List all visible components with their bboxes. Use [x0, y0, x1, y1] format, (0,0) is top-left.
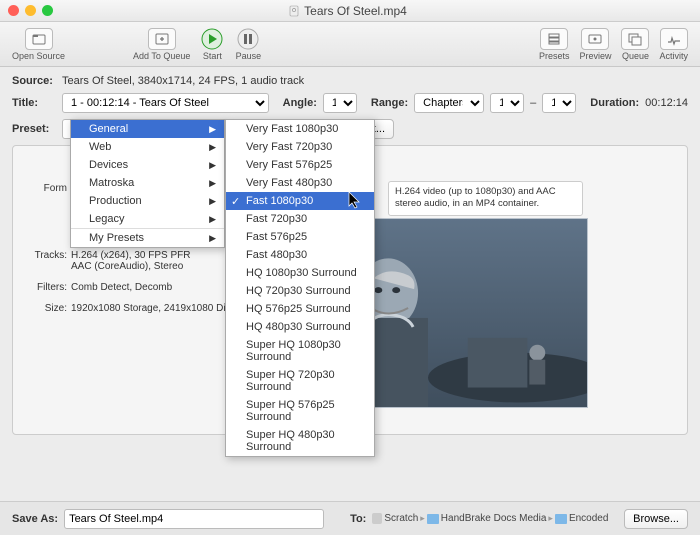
- chevron-right-icon: ▸: [548, 513, 553, 524]
- range-from-select[interactable]: 1: [490, 93, 524, 113]
- chevron-right-icon: ▶: [209, 124, 216, 135]
- tracks-label: Tracks:: [23, 250, 67, 261]
- preset-cat-legacy[interactable]: Legacy▶: [71, 210, 224, 228]
- toolbar: Open Source Add To Queue Start Pause Pre…: [0, 22, 700, 67]
- preset-opt-fast-480p30[interactable]: Fast 480p30: [226, 246, 374, 264]
- queue-label: Queue: [622, 51, 649, 61]
- browse-button[interactable]: Browse...: [624, 509, 688, 529]
- source-value: Tears Of Steel, 3840x1714, 24 FPS, 1 aud…: [62, 75, 304, 87]
- filters-label: Filters:: [23, 282, 67, 293]
- preset-submenu: Very Fast 1080p30 Very Fast 720p30 Very …: [225, 119, 375, 457]
- start-button[interactable]: Start: [194, 28, 230, 61]
- preset-opt-fast-576p25[interactable]: Fast 576p25: [226, 228, 374, 246]
- disk-icon: [372, 513, 382, 524]
- preset-cat-matroska[interactable]: Matroska▶: [71, 174, 224, 192]
- bc-folder-1: HandBrake Docs Media: [441, 513, 547, 524]
- content-area: Source: Tears Of Steel, 3840x1714, 24 FP…: [0, 67, 700, 443]
- range-label: Range:: [371, 97, 408, 109]
- preset-opt-hq-720p30[interactable]: HQ 720p30 Surround: [226, 282, 374, 300]
- preset-opt-vfast-576p25[interactable]: Very Fast 576p25: [226, 156, 374, 174]
- preset-opt-fast-1080p30[interactable]: Fast 1080p30: [226, 192, 374, 210]
- preset-opt-hq-576p25[interactable]: HQ 576p25 Surround: [226, 300, 374, 318]
- title-label: Title:: [12, 97, 56, 109]
- preset-opt-vfast-1080p30[interactable]: Very Fast 1080p30: [226, 120, 374, 138]
- open-source-label: Open Source: [12, 51, 65, 61]
- range-to-select[interactable]: 1: [542, 93, 576, 113]
- range-dash: –: [530, 97, 536, 109]
- preset-opt-shq-1080p30[interactable]: Super HQ 1080p30 Surround: [226, 336, 374, 366]
- preset-opt-vfast-720p30[interactable]: Very Fast 720p30: [226, 138, 374, 156]
- chevron-right-icon: ▸: [420, 513, 425, 524]
- preset-opt-shq-576p25[interactable]: Super HQ 576p25 Surround: [226, 396, 374, 426]
- format-label: Form: [23, 183, 67, 194]
- zoom-icon[interactable]: [42, 5, 53, 16]
- presets-button[interactable]: Presets: [535, 28, 574, 61]
- document-icon: [288, 5, 300, 17]
- save-as-input[interactable]: [64, 509, 324, 529]
- preset-opt-fast-720p30[interactable]: Fast 720p30: [226, 210, 374, 228]
- save-as-label: Save As:: [12, 513, 58, 525]
- window-controls: [8, 5, 53, 16]
- preset-opt-hq-480p30[interactable]: HQ 480p30 Surround: [226, 318, 374, 336]
- pause-label: Pause: [236, 51, 262, 61]
- preset-opt-hq-1080p30[interactable]: HQ 1080p30 Surround: [226, 264, 374, 282]
- activity-label: Activity: [659, 51, 688, 61]
- preset-opt-shq-720p30[interactable]: Super HQ 720p30 Surround: [226, 366, 374, 396]
- open-source-button[interactable]: Open Source: [8, 28, 69, 61]
- title-select[interactable]: 1 - 00:12:14 - Tears Of Steel: [62, 93, 269, 113]
- presets-label: Presets: [539, 51, 570, 61]
- folder-icon: [427, 514, 439, 524]
- bc-disk-label: Scratch: [384, 513, 418, 524]
- range-mode-select[interactable]: Chapters: [414, 93, 484, 113]
- add-to-queue-button[interactable]: Add To Queue: [129, 28, 194, 61]
- queue-button[interactable]: Queue: [617, 28, 653, 61]
- titlebar: Tears Of Steel.mp4: [0, 0, 700, 22]
- window-title: Tears Of Steel.mp4: [53, 4, 642, 18]
- destination-breadcrumb[interactable]: Scratch ▸ HandBrake Docs Media ▸ Encoded: [372, 513, 608, 524]
- folder-icon: [555, 514, 567, 524]
- preview-button[interactable]: Preview: [575, 28, 615, 61]
- preset-cat-general[interactable]: General▶: [71, 120, 224, 138]
- size-value: 1920x1080 Storage, 2419x1080 Dis: [71, 303, 231, 314]
- preset-cat-web[interactable]: Web▶: [71, 138, 224, 156]
- duration-label: Duration:: [590, 97, 639, 109]
- preset-cat-my-presets[interactable]: My Presets▶: [71, 228, 224, 247]
- preset-cat-production[interactable]: Production▶: [71, 192, 224, 210]
- minimize-icon[interactable]: [25, 5, 36, 16]
- preset-opt-shq-480p30[interactable]: Super HQ 480p30 Surround: [226, 426, 374, 456]
- close-icon[interactable]: [8, 5, 19, 16]
- pause-button[interactable]: Pause: [230, 28, 266, 61]
- preset-label: Preset:: [12, 123, 56, 135]
- preset-cat-devices[interactable]: Devices▶: [71, 156, 224, 174]
- duration-value: 00:12:14: [645, 97, 688, 109]
- filters-value: Comb Detect, Decomb: [71, 282, 172, 293]
- source-label: Source:: [12, 75, 56, 87]
- preview-label: Preview: [579, 51, 611, 61]
- bottom-bar: Save As: To: Scratch ▸ HandBrake Docs Me…: [0, 501, 700, 535]
- activity-button[interactable]: Activity: [655, 28, 692, 61]
- tracks-value: H.264 (x264), 30 FPS PFR AAC (CoreAudio)…: [71, 250, 191, 272]
- to-label: To:: [350, 513, 366, 525]
- angle-select[interactable]: 1: [323, 93, 357, 113]
- preset-description: H.264 video (up to 1080p30) and AAC ster…: [388, 181, 583, 216]
- preset-category-menu: General▶ Web▶ Devices▶ Matroska▶ Product…: [70, 119, 225, 248]
- bc-folder-2: Encoded: [569, 513, 608, 524]
- preset-opt-vfast-480p30[interactable]: Very Fast 480p30: [226, 174, 374, 192]
- add-queue-label: Add To Queue: [133, 51, 190, 61]
- angle-label: Angle:: [283, 97, 317, 109]
- size-label: Size:: [23, 303, 67, 314]
- start-label: Start: [203, 51, 222, 61]
